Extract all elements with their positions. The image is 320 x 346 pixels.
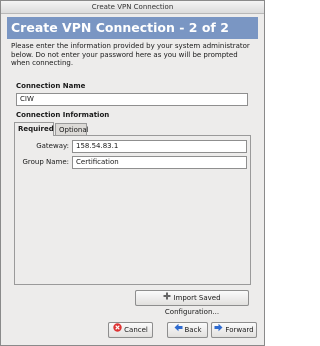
forward-button[interactable]: Forward: [211, 322, 257, 338]
import-config-button[interactable]: Import Saved Configuration...: [135, 290, 249, 316]
gateway-input[interactable]: 158.54.83.1: [72, 140, 247, 153]
group-name-input[interactable]: Certification: [72, 156, 247, 169]
required-tab-panel: Gateway: 158.54.83.1 Group Name: Certifi…: [14, 135, 251, 285]
wizard-step-banner: Create VPN Connection - 2 of 2: [7, 17, 258, 39]
import-plus-icon: [163, 291, 171, 305]
connection-name-label: Connection Name: [16, 82, 86, 90]
cancel-icon: [113, 323, 122, 337]
connection-info-label: Connection Information: [16, 111, 110, 119]
cancel-label: Cancel: [124, 326, 148, 334]
instructions-text: Please enter the information provided by…: [11, 42, 250, 68]
cancel-button[interactable]: Cancel: [108, 322, 153, 338]
group-name-label: Group Name:: [22, 158, 69, 166]
vpn-wizard-window: Create VPN Connection Create VPN Connect…: [0, 0, 265, 346]
forward-arrow-icon: [214, 323, 223, 337]
title-bar[interactable]: Create VPN Connection: [1, 1, 264, 14]
back-button[interactable]: Back: [167, 322, 208, 338]
tab-required[interactable]: Required: [14, 122, 54, 136]
back-label: Back: [184, 326, 202, 334]
gateway-label: Gateway:: [36, 142, 69, 150]
connection-name-input[interactable]: CIW: [16, 93, 248, 106]
import-config-label: Import Saved Configuration...: [164, 294, 221, 316]
back-arrow-icon: [174, 323, 183, 337]
forward-label: Forward: [225, 326, 254, 334]
window-title: Create VPN Connection: [91, 3, 174, 11]
